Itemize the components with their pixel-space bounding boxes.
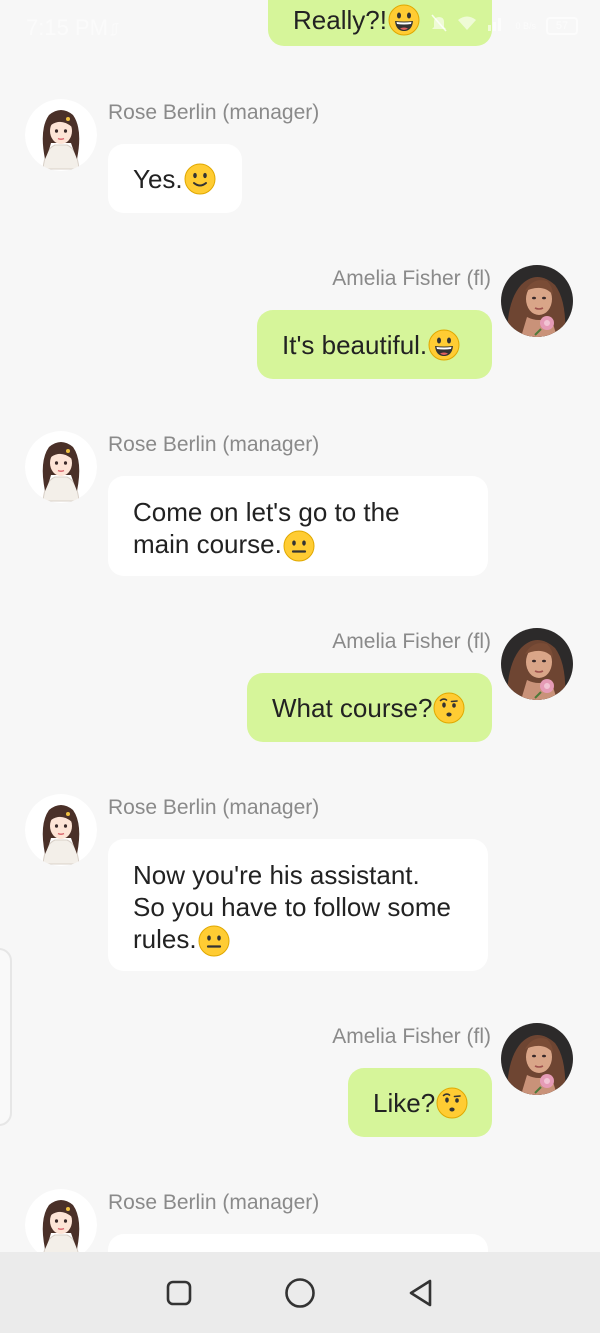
avatar-rose-berlin[interactable] <box>25 99 97 171</box>
sender-name: Amelia Fisher (fl) <box>332 1025 491 1048</box>
message-text-line: So you have to follow some <box>133 892 451 922</box>
face-with-raised-eyebrow-icon <box>433 692 465 724</box>
avatar-amelia-fisher[interactable] <box>501 265 573 337</box>
message-bubble-incoming[interactable]: Yes. <box>108 144 242 213</box>
grinning-face-icon <box>428 329 460 361</box>
message-bubble-incoming[interactable]: Come on let's go to the main course. <box>108 476 488 576</box>
navigation-bar <box>0 1252 600 1333</box>
chat-message-list[interactable]: Really?! Rose Berlin (manager) Yes. Amel… <box>0 0 600 1252</box>
message-bubble-outgoing[interactable]: What course? <box>247 673 492 742</box>
grinning-face-icon <box>388 4 420 36</box>
slightly-smiling-face-icon <box>184 163 216 195</box>
message-bubble-outgoing[interactable]: Like? <box>348 1068 492 1137</box>
message-text: Really?! <box>293 5 387 35</box>
message-bubble-outgoing[interactable]: It's beautiful. <box>257 310 492 379</box>
sender-name: Rose Berlin (manager) <box>108 433 320 456</box>
message-text: It's beautiful. <box>282 329 428 360</box>
home-icon[interactable] <box>279 1272 321 1314</box>
message-bubble-incoming[interactable] <box>108 1234 488 1252</box>
message-text: Like? <box>373 1087 436 1118</box>
neutral-face-icon <box>198 925 230 957</box>
sender-name: Rose Berlin (manager) <box>108 101 320 124</box>
avatar-rose-berlin[interactable] <box>25 1189 97 1252</box>
message-text-line: rules. <box>133 924 197 954</box>
message-text-line: Now you're his assistant. <box>133 860 420 890</box>
message-text-line: main course. <box>133 529 282 559</box>
sender-name: Rose Berlin (manager) <box>108 1191 320 1214</box>
avatar-rose-berlin[interactable] <box>25 431 97 503</box>
sender-name: Amelia Fisher (fl) <box>332 267 491 290</box>
avatar-rose-berlin[interactable] <box>25 794 97 866</box>
back-icon[interactable] <box>400 1272 442 1314</box>
neutral-face-icon <box>283 530 315 562</box>
message-bubble-outgoing[interactable]: Really?! <box>268 0 492 46</box>
avatar-amelia-fisher[interactable] <box>501 628 573 700</box>
edge-panel-handle[interactable] <box>0 948 12 1126</box>
message-text: Yes. <box>133 163 183 194</box>
message-text: What course? <box>272 692 433 723</box>
sender-name: Rose Berlin (manager) <box>108 796 320 819</box>
message-bubble-incoming[interactable]: Now you're his assistant. So you have to… <box>108 839 488 971</box>
sender-name: Amelia Fisher (fl) <box>332 630 491 653</box>
message-text-line: Come on let's go to the <box>133 497 400 527</box>
avatar-amelia-fisher[interactable] <box>501 1023 573 1095</box>
face-with-raised-eyebrow-icon <box>436 1087 468 1119</box>
recent-apps-icon[interactable] <box>158 1272 200 1314</box>
